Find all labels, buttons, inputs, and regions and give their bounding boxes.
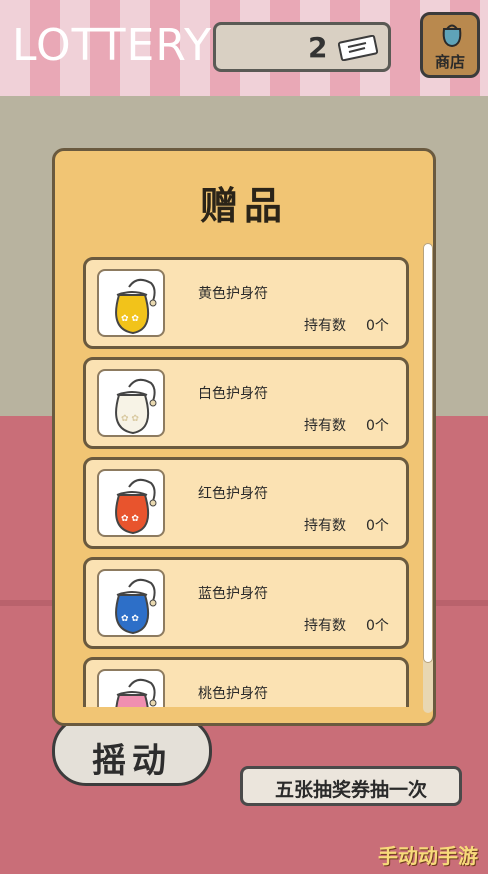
prize-list[interactable]: ✿ ✿ 黄色护身符 持有数 0个 ✿ ✿ 白色护身符 持有数 0个 ✿ ✿ 红色… [83,257,409,707]
svg-text:✿ ✿: ✿ ✿ [121,414,139,424]
prize-card-blue[interactable]: ✿ ✿ 蓝色护身符 持有数 0个 [83,557,409,649]
prize-name: 蓝色护身符 [198,586,268,602]
svg-text:✿ ✿: ✿ ✿ [121,514,139,524]
amulet-thumbnail: ✿ ✿ [97,269,165,337]
prize-card-yellow[interactable]: ✿ ✿ 黄色护身符 持有数 0个 [83,257,409,349]
svg-text:✿ ✿: ✿ ✿ [121,314,139,324]
svg-text:✿ ✿: ✿ ✿ [121,614,139,624]
ticket-rule-note: 五张抽奖券抽一次 [240,766,462,806]
panel-title: 赠品 [199,183,288,228]
prize-panel: 赠品 ✿ ✿ 黄色护身符 持有数 0个 ✿ ✿ 白色护身符 持有数 0个 ✿ ✿… [52,148,436,726]
ticket-rule-label: 五张抽奖券抽一次 [274,779,427,801]
shake-button[interactable]: 摇动 [52,716,212,786]
prize-name: 白色护身符 [198,386,268,402]
hold-count: 0个 [366,518,389,534]
hold-label: 持有数 [304,518,346,534]
amulet-thumbnail: ✿ ✿ [97,669,165,707]
amulet-icon: ✿ ✿ [115,678,157,707]
ticket-count: 2 [308,31,328,64]
shop-button[interactable]: 商店 [420,12,480,78]
hold-label: 持有数 [304,318,346,334]
scrollbar-thumb[interactable] [423,243,433,663]
ticket-counter: 2 [213,22,391,72]
shake-label: 摇动 [92,741,172,781]
shop-label: 商店 [434,53,465,71]
amulet-icon: ✿ ✿ [115,278,157,335]
amulet-icon: ✿ ✿ [115,578,157,635]
scrollbar-track[interactable] [423,243,433,713]
watermark-text: 手动动手游 [378,844,478,868]
prize-card-red[interactable]: ✿ ✿ 红色护身符 持有数 0个 [83,457,409,549]
hold-label: 持有数 [304,418,346,434]
screen-title: LOTTERY [12,20,212,71]
bag-icon [442,24,462,48]
amulet-thumbnail: ✿ ✿ [97,369,165,437]
amulet-thumbnail: ✿ ✿ [97,469,165,537]
prize-name: 桃色护身符 [198,686,268,702]
prize-name: 红色护身符 [198,486,268,502]
prize-card-white[interactable]: ✿ ✿ 白色护身符 持有数 0个 [83,357,409,449]
amulet-icon: ✿ ✿ [115,478,157,535]
amulet-thumbnail: ✿ ✿ [97,569,165,637]
hold-count: 0个 [366,318,389,334]
hold-label: 持有数 [304,618,346,634]
ticket-icon [338,35,378,61]
hold-count: 0个 [366,618,389,634]
hold-count: 0个 [366,418,389,434]
prize-card-peach[interactable]: ✿ ✿ 桃色护身符 持有数 [83,657,409,707]
prize-name: 黄色护身符 [198,286,268,302]
amulet-icon: ✿ ✿ [115,378,157,435]
